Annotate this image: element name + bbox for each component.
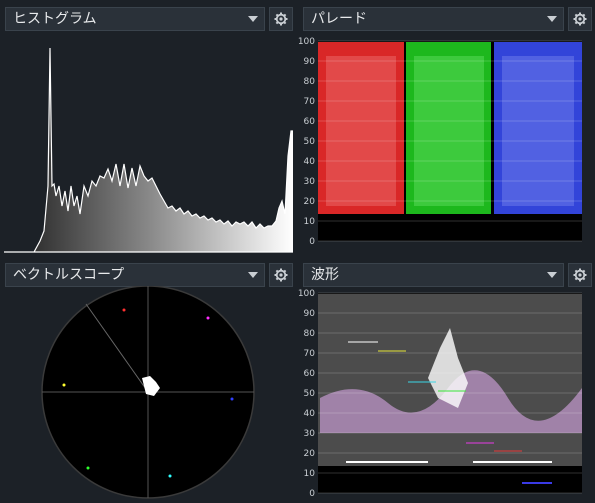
waveform-settings-button[interactable] <box>568 263 592 287</box>
scale-label: 90 <box>304 309 316 319</box>
histogram-settings-button[interactable] <box>269 7 293 31</box>
chevron-down-icon <box>547 16 557 22</box>
scale-label: 60 <box>304 369 316 379</box>
scale-label: 50 <box>304 137 316 147</box>
scale-label: 40 <box>304 409 316 419</box>
vectorscope-settings-button[interactable] <box>269 263 293 287</box>
vectorscope-mode-select[interactable]: ベクトルスコープ <box>5 263 265 287</box>
parade-mode-select[interactable]: パレード <box>303 7 564 31</box>
histogram-fill <box>4 47 293 253</box>
waveform-title: 波形 <box>311 267 339 283</box>
scale-label: 90 <box>304 57 316 67</box>
parade-scale: 1009080706050403020100 <box>298 37 315 247</box>
histogram-mode-select[interactable]: ヒストグラム <box>5 7 265 31</box>
scale-label: 20 <box>304 197 316 207</box>
scale-label: 20 <box>304 449 316 459</box>
scale-label: 40 <box>304 157 316 167</box>
parade-panel: パレード 100 90 80 70 60 50 40 30 20 10 0 <box>298 0 595 256</box>
scale-label: 60 <box>304 117 316 127</box>
vectorscope-title: ベクトルスコープ <box>13 267 125 283</box>
scale-label: 100 <box>298 289 315 299</box>
parade-settings-button[interactable] <box>568 7 592 31</box>
scale-label: 10 <box>304 217 316 227</box>
gear-icon <box>274 268 288 282</box>
histogram-header: ヒストグラム <box>0 0 296 32</box>
chevron-down-icon <box>248 16 258 22</box>
scale-label: 100 <box>298 37 315 47</box>
parade-green-highlight <box>414 56 484 206</box>
scale-label: 10 <box>304 469 316 479</box>
gear-icon <box>573 268 587 282</box>
scale-label: 30 <box>304 177 316 187</box>
parade-title: パレード <box>311 11 367 27</box>
vectorscope-target-yellow <box>62 383 66 387</box>
histogram-title: ヒストグラム <box>13 11 97 27</box>
scale-label: 70 <box>304 349 316 359</box>
vectorscope-target-cyan <box>168 474 172 478</box>
scale-label: 70 <box>304 97 316 107</box>
waveform-mode-select[interactable]: 波形 <box>303 263 564 287</box>
waveform-header: 波形 <box>298 256 595 288</box>
parade-blue-highlight <box>502 56 574 206</box>
parade-plot: 1009080706050403020100 <box>298 37 582 247</box>
vectorscope-target-blue <box>230 397 234 401</box>
vectorscope-target-magenta <box>206 316 210 320</box>
gear-icon <box>573 12 587 26</box>
waveform-panel: 波形 100 90 80 70 60 50 40 30 20 10 0 <box>298 256 595 503</box>
histogram-panel: ヒストグラム <box>0 0 296 256</box>
scale-label: 0 <box>309 237 315 247</box>
scale-label: 30 <box>304 429 316 439</box>
waveform-scale: 1009080706050403020100 <box>298 289 315 499</box>
vectorscope-header: ベクトルスコープ <box>0 256 296 288</box>
parade-header: パレード <box>298 0 595 32</box>
parade-red-highlight <box>326 56 396 206</box>
scale-label: 50 <box>304 389 316 399</box>
chevron-down-icon <box>547 272 557 278</box>
vectorscope-plot <box>41 286 255 499</box>
scale-label: 0 <box>309 489 315 499</box>
vectorscope-panel: ベクトルスコープ <box>0 256 296 503</box>
gear-icon <box>274 12 288 26</box>
waveform-plot: 1009080706050403020100 <box>298 289 582 499</box>
scale-label: 80 <box>304 77 316 87</box>
vectorscope-target-red <box>122 308 126 312</box>
chevron-down-icon <box>248 272 258 278</box>
scale-label: 80 <box>304 329 316 339</box>
vectorscope-target-green <box>86 466 90 470</box>
histogram-plot <box>4 47 293 253</box>
